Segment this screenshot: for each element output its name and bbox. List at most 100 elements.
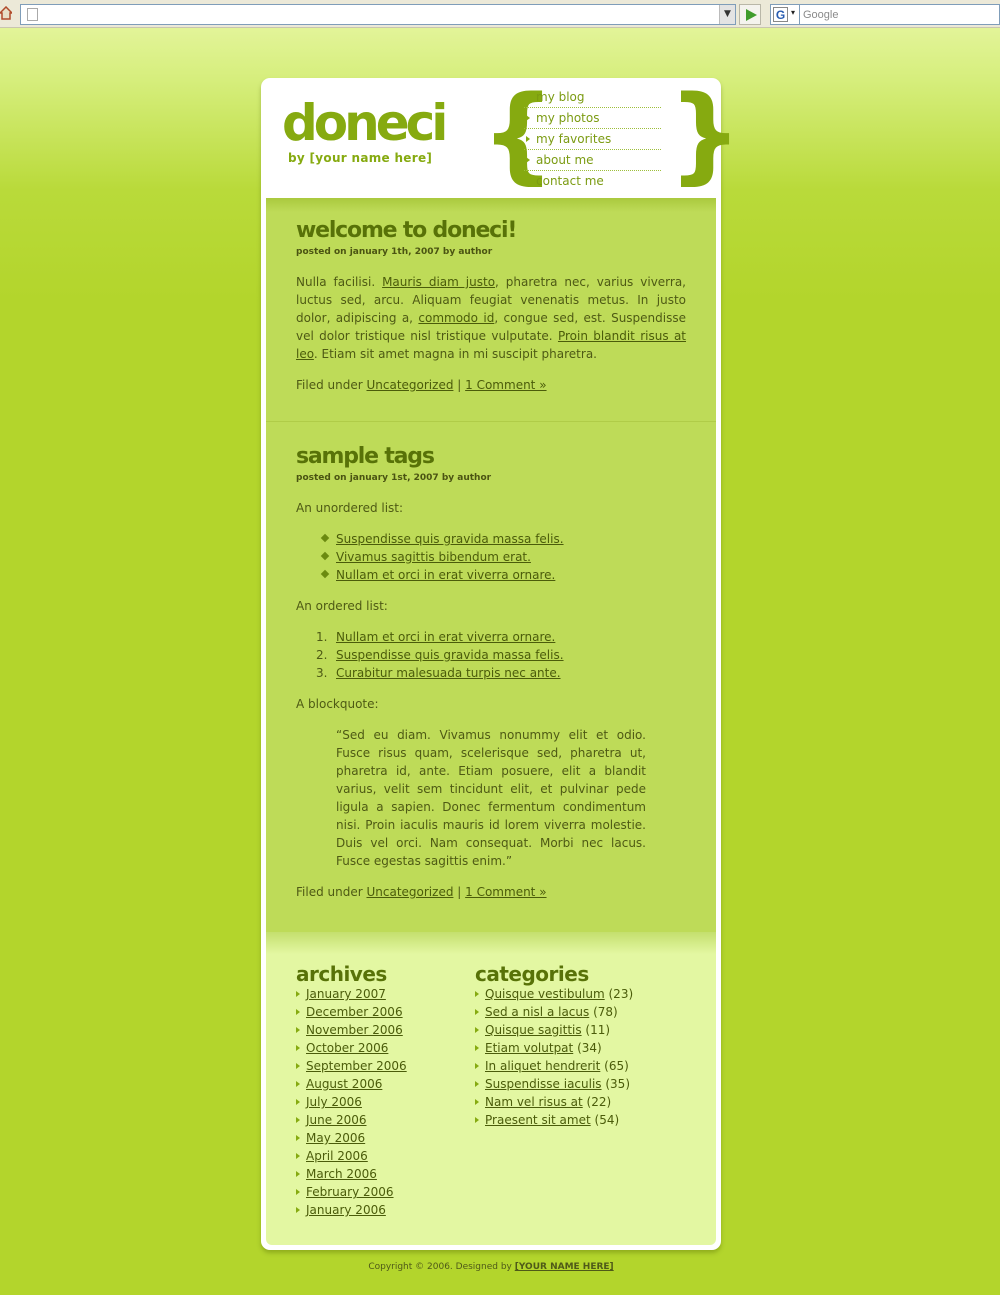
archive-link[interactable]: November 2006 — [306, 1023, 403, 1037]
archive-item[interactable]: October 2006 — [296, 1039, 407, 1057]
nav-item-my-favorites[interactable]: my favorites — [524, 129, 661, 150]
archive-item[interactable]: September 2006 — [296, 1057, 407, 1075]
site-logo[interactable]: doneci — [282, 94, 448, 152]
archive-item[interactable]: August 2006 — [296, 1075, 407, 1093]
arrow-right-icon — [296, 1009, 300, 1015]
nav-item-contact-me[interactable]: contact me — [524, 171, 661, 192]
category-link[interactable]: Uncategorized — [366, 885, 453, 899]
list-link[interactable]: Suspendisse quis gravida massa felis. — [336, 532, 564, 546]
archives-title: archives — [296, 962, 387, 986]
archive-link[interactable]: May 2006 — [306, 1131, 365, 1145]
list-item: Nullam et orci in erat viverra ornare. — [320, 566, 686, 584]
archive-item[interactable]: January 2006 — [296, 1201, 407, 1219]
post-link[interactable]: Mauris diam justo — [382, 275, 495, 289]
post-title[interactable]: welcome to doneci! — [296, 218, 686, 243]
archive-item[interactable]: May 2006 — [296, 1129, 407, 1147]
go-button[interactable] — [739, 4, 761, 25]
post: sample tags posted on january 1st, 2007 … — [296, 444, 686, 901]
text: . Etiam sit amet magna in mi suscipit ph… — [313, 347, 597, 361]
post-footer: Filed under Uncategorized | 1 Comment » — [296, 883, 686, 901]
archive-link[interactable]: August 2006 — [306, 1077, 382, 1091]
category-link[interactable]: In aliquet hendrerit — [485, 1059, 600, 1073]
list-link[interactable]: Nullam et orci in erat viverra ornare. — [336, 630, 555, 644]
post-divider — [266, 421, 716, 422]
archive-item[interactable]: November 2006 — [296, 1021, 407, 1039]
nav-item-about-me[interactable]: about me — [524, 150, 661, 171]
home-icon[interactable] — [0, 6, 12, 20]
category-link[interactable]: Nam vel risus at — [485, 1095, 583, 1109]
category-count: (34) — [573, 1041, 602, 1055]
archive-link[interactable]: October 2006 — [306, 1041, 388, 1055]
archive-item[interactable]: March 2006 — [296, 1165, 407, 1183]
site-header: doneci by [your name here] { my blog my … — [261, 78, 742, 198]
diamond-bullet-icon — [320, 569, 330, 579]
list-link[interactable]: Vivamus sagittis bibendum erat. — [336, 550, 531, 564]
arrow-right-icon — [475, 1009, 479, 1015]
category-count: (23) — [604, 987, 634, 1001]
nav-item-label: my favorites — [536, 132, 612, 146]
arrow-right-icon — [296, 1099, 300, 1105]
list-item: 3. Curabitur malesuada turpis nec ante. — [316, 664, 686, 682]
category-item[interactable]: Etiam volutpat (34) — [475, 1039, 633, 1057]
category-link[interactable]: Praesent sit amet — [485, 1113, 591, 1127]
category-count: (65) — [600, 1059, 629, 1073]
archive-item[interactable]: February 2006 — [296, 1183, 407, 1201]
archive-item[interactable]: June 2006 — [296, 1111, 407, 1129]
category-count: (35) — [601, 1077, 630, 1091]
category-item[interactable]: Sed a nisl a lacus (78) — [475, 1003, 633, 1021]
post-title[interactable]: sample tags — [296, 444, 686, 469]
archive-item[interactable]: December 2006 — [296, 1003, 407, 1021]
archive-link[interactable]: January 2006 — [306, 1203, 386, 1217]
archive-link[interactable]: April 2006 — [306, 1149, 368, 1163]
archive-link[interactable]: January 2007 — [306, 987, 386, 1001]
category-item[interactable]: Suspendisse iaculis (35) — [475, 1075, 633, 1093]
list-link[interactable]: Nullam et orci in erat viverra ornare. — [336, 568, 555, 582]
list-link[interactable]: Suspendisse quis gravida massa felis. — [336, 648, 564, 662]
archive-link[interactable]: December 2006 — [306, 1005, 403, 1019]
archive-item[interactable]: January 2007 — [296, 985, 407, 1003]
archive-link[interactable]: February 2006 — [306, 1185, 394, 1199]
archive-item[interactable]: July 2006 — [296, 1093, 407, 1111]
address-dropdown-button[interactable]: ▼ — [719, 5, 735, 24]
category-link[interactable]: Sed a nisl a lacus — [485, 1005, 589, 1019]
category-link[interactable]: Etiam volutpat — [485, 1041, 573, 1055]
category-count: (11) — [581, 1023, 611, 1037]
ol-label: An ordered list: — [296, 599, 388, 613]
arrow-right-icon — [526, 94, 530, 100]
archive-link[interactable]: June 2006 — [306, 1113, 367, 1127]
category-item[interactable]: Quisque sagittis (11) — [475, 1021, 633, 1039]
nav-item-my-blog[interactable]: my blog — [524, 87, 661, 108]
comments-link[interactable]: 1 Comment » — [465, 378, 546, 392]
category-item[interactable]: Nam vel risus at (22) — [475, 1093, 633, 1111]
category-link[interactable]: Uncategorized — [366, 378, 453, 392]
arrow-right-icon — [296, 1027, 300, 1033]
category-link[interactable]: Quisque vestibulum — [485, 987, 605, 1001]
category-item[interactable]: In aliquet hendrerit (65) — [475, 1057, 633, 1075]
divider: | — [457, 378, 462, 392]
address-bar[interactable]: ▼ — [20, 4, 736, 25]
post-link[interactable]: commodo id — [418, 311, 494, 325]
list-link[interactable]: Curabitur malesuada turpis nec ante. — [336, 666, 561, 680]
comments-link[interactable]: 1 Comment » — [465, 885, 546, 899]
category-item[interactable]: Praesent sit amet (54) — [475, 1111, 633, 1129]
arrow-right-icon — [296, 1063, 300, 1069]
nav-item-my-photos[interactable]: my photos — [524, 108, 661, 129]
search-input[interactable]: Google — [800, 4, 1000, 25]
category-link[interactable]: Quisque sagittis — [485, 1023, 582, 1037]
archive-link[interactable]: July 2006 — [306, 1095, 362, 1109]
section-shadow — [266, 932, 716, 954]
arrow-right-icon — [475, 1081, 479, 1087]
main-nav: my blog my photos my favorites about me … — [524, 87, 661, 192]
diamond-bullet-icon — [320, 533, 330, 543]
designer-link[interactable]: [YOUR NAME HERE] — [515, 1262, 614, 1272]
arrow-right-icon — [296, 1081, 300, 1087]
archive-link[interactable]: September 2006 — [306, 1059, 407, 1073]
category-link[interactable]: Suspendisse iaculis — [485, 1077, 602, 1091]
category-count: (22) — [582, 1095, 612, 1109]
archive-link[interactable]: March 2006 — [306, 1167, 377, 1181]
archive-item[interactable]: April 2006 — [296, 1147, 407, 1165]
category-item[interactable]: Quisque vestibulum (23) — [475, 985, 633, 1003]
search-engine-selector[interactable]: G ▾ — [770, 4, 800, 25]
arrow-right-icon — [475, 1117, 479, 1123]
categories-title: categories — [475, 962, 589, 986]
